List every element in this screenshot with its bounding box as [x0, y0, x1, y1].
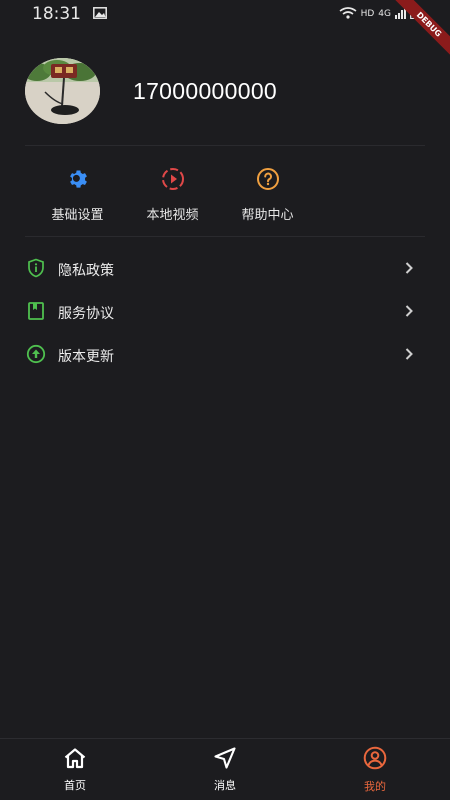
- wifi-icon: [339, 6, 357, 22]
- local-video-button[interactable]: 本地视频: [125, 167, 220, 223]
- bookmark-book-icon: [26, 301, 46, 325]
- hd-indicator: HD: [360, 9, 375, 19]
- divider: [25, 236, 425, 237]
- nav-home-label: 首页: [64, 778, 86, 792]
- user-circle-icon: [363, 746, 387, 774]
- settings-menu: 隐私政策 服务协议 版本更新: [0, 248, 450, 377]
- send-icon: [213, 746, 237, 773]
- divider: [25, 145, 425, 146]
- status-bar: 18:31 HD 4G: [0, 0, 450, 28]
- menu-item-service-agreement[interactable]: 服务协议: [0, 291, 450, 334]
- nav-mine-label: 我的: [364, 779, 386, 793]
- chevron-right-icon: [404, 346, 414, 365]
- menu-item-label: 版本更新: [58, 348, 114, 365]
- status-time: 18:31: [32, 4, 81, 24]
- home-icon: [63, 747, 87, 773]
- network-indicator: 4G: [378, 9, 391, 19]
- shield-info-icon: [26, 258, 46, 282]
- gallery-icon: [93, 4, 107, 24]
- play-circle-icon: [161, 167, 185, 195]
- help-circle-icon: [256, 167, 280, 195]
- gear-icon: [66, 167, 90, 195]
- profile-header[interactable]: 17000000000: [25, 58, 277, 124]
- basic-settings-button[interactable]: 基础设置: [30, 167, 125, 223]
- menu-item-label: 隐私政策: [58, 262, 114, 279]
- help-center-button[interactable]: 帮助中心: [220, 167, 315, 223]
- menu-item-label: 服务协议: [58, 305, 114, 322]
- chevron-right-icon: [404, 260, 414, 279]
- bottom-navigation: 首页 消息 我的: [0, 738, 450, 800]
- nav-messages-label: 消息: [214, 778, 236, 792]
- menu-item-version-update[interactable]: 版本更新: [0, 334, 450, 377]
- local-video-label: 本地视频: [146, 208, 199, 223]
- nav-messages[interactable]: 消息: [150, 739, 300, 800]
- menu-item-privacy-policy[interactable]: 隐私政策: [0, 248, 450, 291]
- quick-actions: 基础设置 本地视频 帮助中心: [30, 167, 315, 223]
- nav-mine[interactable]: 我的: [300, 739, 450, 800]
- chevron-right-icon: [404, 303, 414, 322]
- basic-settings-label: 基础设置: [51, 208, 104, 223]
- phone-number: 17000000000: [133, 77, 278, 104]
- avatar[interactable]: [25, 58, 100, 124]
- help-center-label: 帮助中心: [241, 208, 294, 223]
- nav-home[interactable]: 首页: [0, 739, 150, 800]
- upload-circle-icon: [26, 344, 46, 368]
